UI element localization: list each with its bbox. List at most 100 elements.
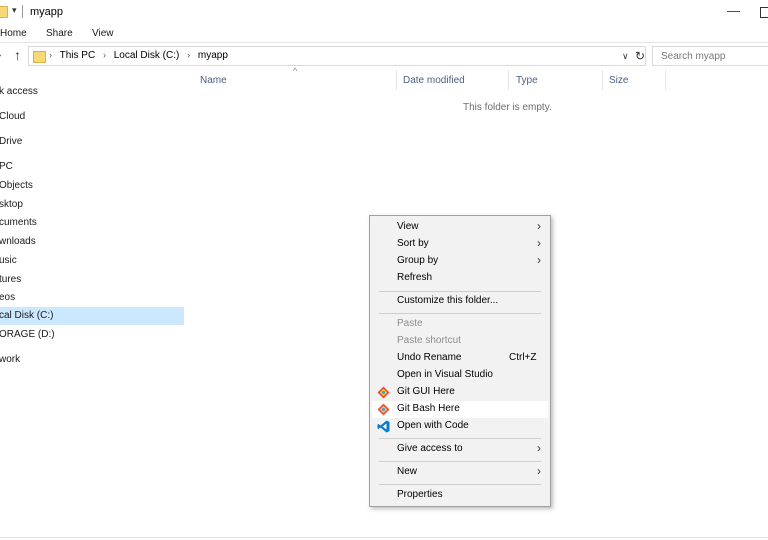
nav-item-label: work xyxy=(0,354,21,365)
menu-item-give-access-to[interactable]: Give access to › xyxy=(372,441,548,458)
menu-item-label: Git GUI Here xyxy=(397,386,455,397)
nav-item-label: Drive xyxy=(0,136,23,147)
tab-home[interactable]: Home xyxy=(0,28,27,39)
nav-item-downloads[interactable]: wnloads xyxy=(0,233,184,251)
nav-item-onedrive[interactable]: Drive xyxy=(0,133,184,151)
column-divider[interactable] xyxy=(665,70,666,90)
menu-item-group-by[interactable]: Group by › xyxy=(372,253,548,270)
menu-item-label: Git Bash Here xyxy=(397,403,460,414)
breadcrumb-separator-icon: › xyxy=(187,50,191,60)
column-header-name[interactable]: Name xyxy=(200,75,227,86)
nav-item-quick-access[interactable]: k access xyxy=(0,83,184,101)
breadcrumb-myapp[interactable]: myapp xyxy=(198,50,228,61)
breadcrumb-local-disk[interactable]: Local Disk (C:) xyxy=(114,50,180,61)
status-bar-divider xyxy=(0,537,768,538)
column-header-size[interactable]: Size xyxy=(609,75,628,86)
maximize-button[interactable] xyxy=(760,7,768,18)
menu-item-label: Group by xyxy=(397,255,439,266)
menu-separator xyxy=(379,291,541,292)
nav-item-label: sktop xyxy=(0,199,23,210)
menu-item-git-bash-here[interactable]: Git Bash Here xyxy=(372,401,548,418)
menu-separator xyxy=(379,484,541,485)
submenu-arrow-icon: › xyxy=(537,441,541,455)
nav-item-videos[interactable]: eos xyxy=(0,289,184,307)
breadcrumb-this-pc[interactable]: This PC xyxy=(60,50,96,61)
ribbon-tabs: Home Share View xyxy=(0,24,768,43)
nav-item-this-pc[interactable]: PC xyxy=(0,158,184,176)
sort-ascending-icon: ^ xyxy=(293,66,298,76)
menu-item-label: Refresh xyxy=(397,272,433,283)
navigation-pane: k access Cloud Drive PC Objects sktop cu… xyxy=(0,70,184,538)
nav-item-documents[interactable]: cuments xyxy=(0,214,184,232)
tab-share[interactable]: Share xyxy=(46,28,73,39)
search-input[interactable]: Search myapp xyxy=(652,46,768,66)
submenu-arrow-icon: › xyxy=(537,219,541,233)
nav-item-pictures[interactable]: tures xyxy=(0,271,184,289)
submenu-arrow-icon: › xyxy=(537,236,541,250)
nav-item-desktop[interactable]: sktop xyxy=(0,196,184,214)
refresh-icon[interactable]: ↻ xyxy=(635,49,645,63)
column-divider[interactable] xyxy=(508,70,509,90)
nav-item-local-disk-c[interactable]: cal Disk (C:) xyxy=(0,307,184,325)
nav-item-icloud[interactable]: Cloud xyxy=(0,108,184,126)
menu-item-shortcut: Ctrl+Z xyxy=(509,352,537,363)
menu-item-label: Paste xyxy=(397,318,423,329)
column-headers: ^ Name Date modified Type Size xyxy=(186,66,666,90)
nav-item-storage-d[interactable]: ORAGE (D:) xyxy=(0,326,184,344)
column-header-date-modified[interactable]: Date modified xyxy=(403,75,465,86)
menu-item-open-with-code[interactable]: Open with Code xyxy=(372,418,548,435)
menu-item-properties[interactable]: Properties xyxy=(372,487,548,504)
menu-item-undo-rename[interactable]: Undo Rename Ctrl+Z xyxy=(372,350,548,367)
nav-item-label: tures xyxy=(0,274,22,285)
nav-item-label: PC xyxy=(0,161,13,172)
nav-item-label: eos xyxy=(0,292,16,303)
folder-icon xyxy=(33,51,46,63)
menu-separator xyxy=(379,313,541,314)
nav-item-label: cuments xyxy=(0,217,37,228)
menu-item-label: New xyxy=(397,466,418,477)
nav-item-label: ORAGE (D:) xyxy=(0,329,55,340)
menu-item-paste-shortcut: Paste shortcut xyxy=(372,333,548,350)
menu-separator xyxy=(379,438,541,439)
menu-item-view[interactable]: View › xyxy=(372,219,548,236)
column-divider[interactable] xyxy=(396,70,397,90)
menu-item-label: Give access to xyxy=(397,443,463,454)
menu-item-sort-by[interactable]: Sort by › xyxy=(372,236,548,253)
menu-item-label: Open in Visual Studio xyxy=(397,369,493,380)
empty-folder-message: This folder is empty. xyxy=(463,102,552,113)
recent-locations-chevron-icon[interactable]: › xyxy=(0,50,1,61)
column-header-type[interactable]: Type xyxy=(516,75,538,86)
minimize-button[interactable]: — xyxy=(727,3,740,18)
menu-item-open-in-visual-studio[interactable]: Open in Visual Studio xyxy=(372,367,548,384)
nav-item-label: Objects xyxy=(0,180,33,191)
menu-item-customize-folder[interactable]: Customize this folder... xyxy=(372,293,548,310)
vscode-icon xyxy=(377,420,390,433)
title-bar: ▾ myapp — xyxy=(0,0,768,24)
menu-item-label: View xyxy=(397,221,419,232)
submenu-arrow-icon: › xyxy=(537,464,541,478)
nav-item-label: cal Disk (C:) xyxy=(0,310,54,321)
window-title: myapp xyxy=(30,6,64,18)
breadcrumb-separator-icon: › xyxy=(49,50,52,60)
nav-item-label: usic xyxy=(0,255,17,266)
nav-item-3d-objects[interactable]: Objects xyxy=(0,177,184,195)
submenu-arrow-icon: › xyxy=(537,253,541,267)
nav-item-music[interactable]: usic xyxy=(0,252,184,270)
breadcrumb: › This PC › Local Disk (C:) › myapp xyxy=(49,50,233,61)
address-dropdown-icon[interactable]: ∨ xyxy=(622,51,629,62)
column-divider[interactable] xyxy=(602,70,603,90)
menu-item-refresh[interactable]: Refresh xyxy=(372,270,548,287)
tab-view[interactable]: View xyxy=(92,28,114,39)
menu-item-git-gui-here[interactable]: Git GUI Here xyxy=(372,384,548,401)
menu-item-label: Customize this folder... xyxy=(397,295,499,306)
menu-separator xyxy=(379,461,541,462)
up-arrow-icon[interactable]: ↑ xyxy=(14,47,21,63)
address-bar[interactable]: › This PC › Local Disk (C:) › myapp ∨ ↻ xyxy=(28,46,646,66)
folder-icon xyxy=(0,6,8,18)
menu-item-label: Paste shortcut xyxy=(397,335,461,346)
quick-access-toolbar-dropdown[interactable]: ▾ xyxy=(12,5,17,16)
nav-item-network[interactable]: work xyxy=(0,351,184,369)
menu-item-new[interactable]: New › xyxy=(372,464,548,481)
title-separator xyxy=(22,5,23,18)
nav-item-label: Cloud xyxy=(0,111,26,122)
